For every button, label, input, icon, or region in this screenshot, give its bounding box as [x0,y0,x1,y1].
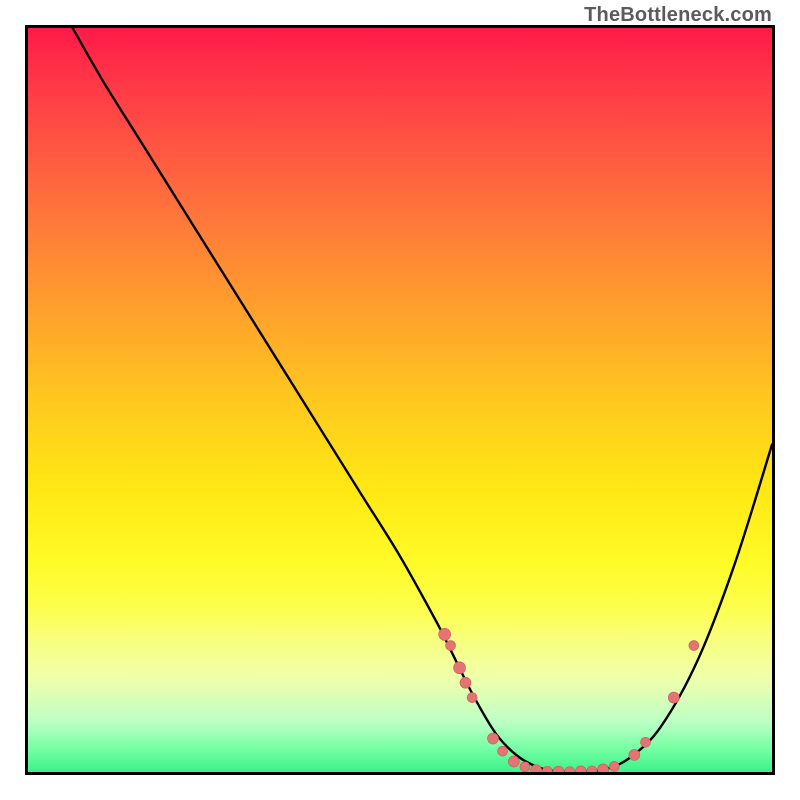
marker-dot [498,746,508,756]
curve-layer [28,28,772,772]
axis-border-bottom [25,772,775,775]
marker-dot [446,641,456,651]
marker-dot [629,749,640,760]
chart-frame: TheBottleneck.com [0,0,800,800]
marker-dot [488,733,499,744]
marker-group [439,628,699,772]
marker-dot [454,662,466,674]
axis-border-top [25,25,775,28]
marker-dot [641,737,651,747]
marker-dot [598,764,609,772]
marker-dot [668,692,679,703]
marker-dot [689,641,699,651]
marker-dot [467,693,477,703]
bottleneck-curve [73,28,772,772]
marker-dot [508,756,519,767]
watermark-text: TheBottleneck.com [584,4,772,27]
marker-dot [520,762,530,772]
marker-dot [460,677,471,688]
marker-dot [439,628,451,640]
plot-area [28,28,772,772]
axis-border-left [25,25,28,775]
marker-dot [609,761,619,771]
axis-border-right [772,25,775,775]
